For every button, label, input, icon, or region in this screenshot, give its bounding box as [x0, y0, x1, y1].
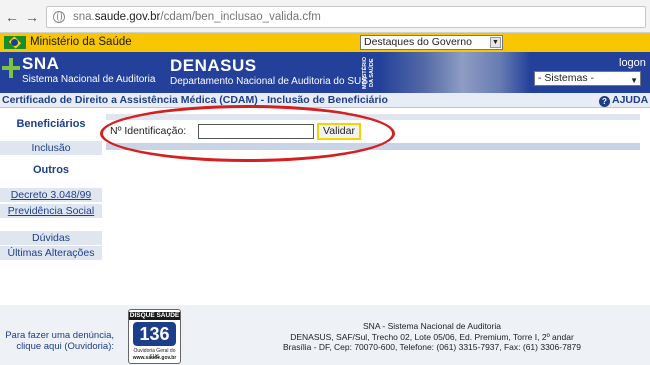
address-line-1: SNA - Sistema Nacional de Auditoria: [363, 321, 501, 331]
form-bottom-divider: [106, 143, 640, 150]
sidebar-heading-outros: Outros: [32, 164, 70, 176]
systems-select[interactable]: - Sistemas - ▼: [534, 71, 641, 86]
sna-subtitle: Sistema Nacional de Auditoria: [22, 74, 156, 85]
help-link[interactable]: ? AJUDA: [599, 94, 648, 107]
help-label: AJUDA: [612, 94, 649, 106]
denuncia-line-1: Para fazer uma denúncia,: [5, 330, 114, 341]
back-arrow-icon[interactable]: ←: [4, 9, 20, 25]
form-top-divider: [106, 114, 640, 120]
globe-icon: [53, 11, 65, 23]
chevron-down-icon: ▼: [630, 76, 638, 85]
sidebar-heading-beneficiarios: Beneficiários: [16, 118, 86, 130]
sidebar-item-inclusao[interactable]: Inclusão: [0, 141, 102, 155]
denasus-title: DENASUS: [170, 56, 257, 75]
address-bar[interactable]: sna.saude.gov.br/cdam/ben_inclusao_valid…: [46, 6, 646, 28]
denasus-subtitle: Departamento Nacional de Auditoria do SU…: [170, 76, 368, 87]
url-text: sna.saude.gov.br/cdam/ben_inclusao_valid…: [73, 11, 321, 23]
page-title: Certificado de Direito a Assistência Méd…: [2, 94, 388, 106]
sidebar-item-previdencia[interactable]: Previdência Social: [0, 204, 102, 218]
destaques-select-value: Destaques do Governo: [364, 36, 472, 48]
sidebar-item-ultimas-alteracoes[interactable]: Últimas Alterações: [0, 246, 102, 260]
denuncia-line-2: clique aqui (Ouvidoria):: [16, 341, 114, 352]
help-icon: ?: [599, 96, 610, 107]
footer-address: SNA - Sistema Nacional de Auditoria DENA…: [262, 321, 602, 353]
sidebar-item-duvidas[interactable]: Dúvidas: [0, 231, 102, 245]
footer: Para fazer uma denúncia, clique aqui (Ou…: [0, 305, 650, 365]
ministry-link[interactable]: Ministério da Saúde: [30, 36, 132, 48]
address-line-2: DENASUS, SAF/Sul, Trecho 02, Lote 05/06,…: [290, 331, 574, 342]
disque-saude-badge[interactable]: DISQUE SAÚDE 136 Ouvidoria Geral do SUS …: [128, 309, 181, 364]
disque-url: www.saude.gov.br: [132, 355, 177, 361]
denuncia-link[interactable]: Para fazer uma denúncia, clique aqui (Ou…: [2, 330, 114, 352]
browser-toolbar: ← → sna.saude.gov.br/cdam/ben_inclusao_v…: [0, 0, 650, 33]
brazil-flag-icon: [4, 36, 26, 49]
id-label: Nº Identificação:: [110, 125, 187, 137]
government-bar: Ministério da Saúde Destaques do Governo…: [0, 33, 650, 52]
systems-select-value: - Sistemas -: [538, 72, 595, 84]
chevron-down-icon: ▼: [490, 37, 501, 48]
header-building-photo: [380, 52, 530, 93]
site-header: SNA Sistema Nacional de Auditoria DENASU…: [0, 52, 650, 93]
disque-title: DISQUE SAÚDE: [129, 312, 180, 320]
logon-link[interactable]: logon: [619, 57, 646, 69]
forward-arrow-icon[interactable]: →: [24, 9, 40, 25]
disque-number: 136: [133, 322, 176, 346]
sna-title[interactable]: SNA: [22, 54, 59, 74]
id-input[interactable]: [198, 124, 314, 139]
address-line-3: Brasília - DF, Cep: 70070-600, Telefone:…: [283, 342, 581, 352]
validar-button[interactable]: Validar: [317, 123, 361, 140]
page-title-bar: Certificado de Direito a Assistência Méd…: [0, 93, 650, 108]
destaques-select[interactable]: Destaques do Governo ▼: [360, 35, 503, 50]
sidebar-item-decreto[interactable]: Decreto 3.048/99: [0, 188, 102, 202]
ministry-vertical-label: MINISTÉRIO DA SAÚDE: [362, 56, 375, 89]
sna-cross-icon: [2, 58, 20, 78]
